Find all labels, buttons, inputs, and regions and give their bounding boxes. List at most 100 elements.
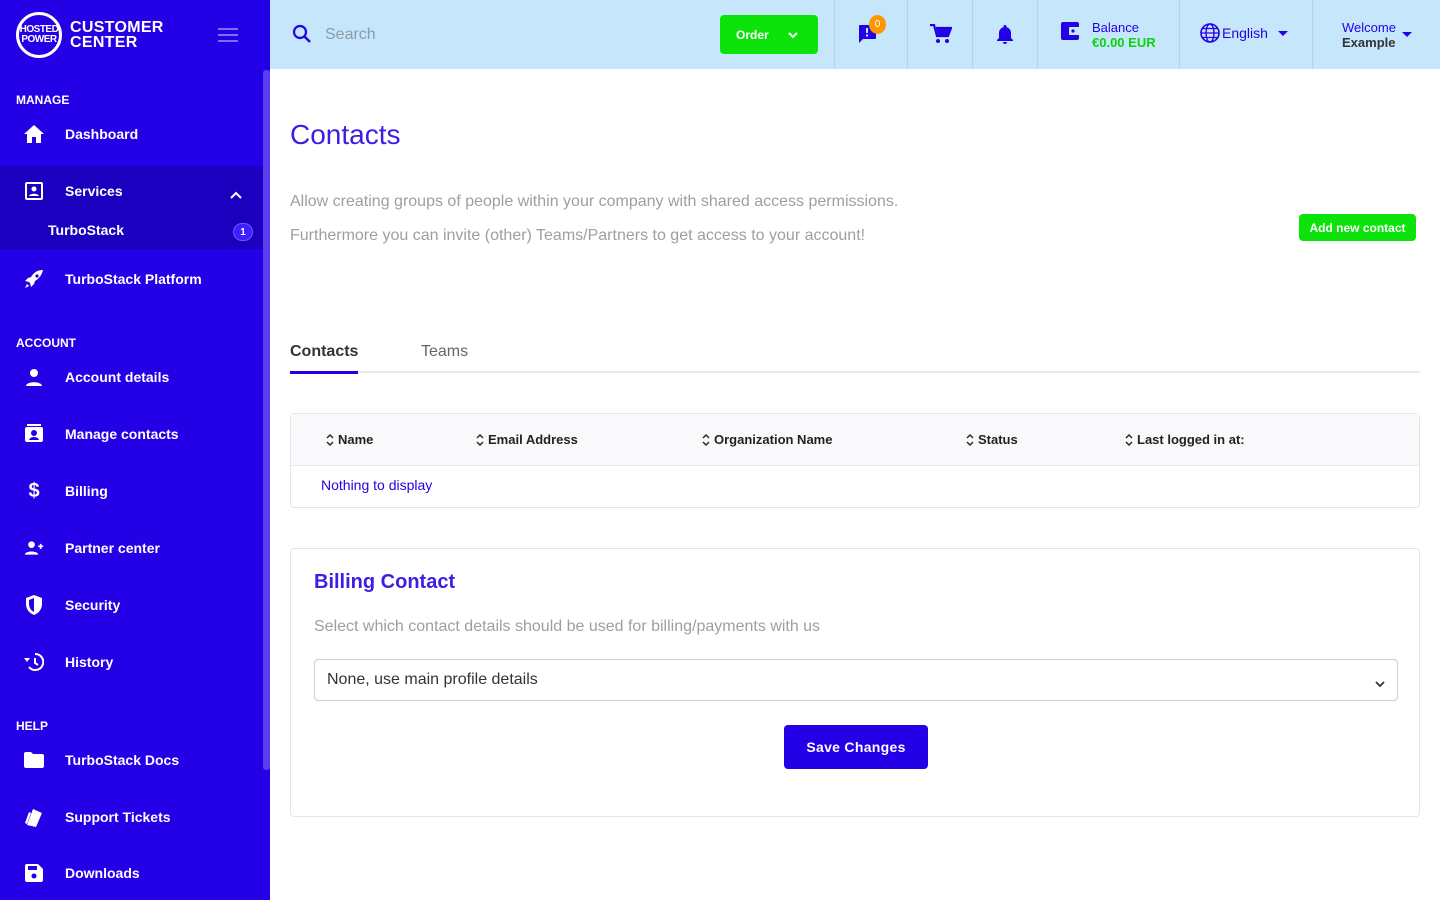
bell-icon[interactable] — [996, 24, 1014, 50]
topbar-divider — [907, 0, 908, 69]
folder-icon — [24, 750, 44, 770]
sort-icon — [1125, 433, 1133, 446]
sidebar-item-history[interactable]: History — [0, 637, 263, 687]
billing-contact-card: Billing Contact Select which contact det… — [290, 548, 1420, 817]
brand-title-line1: CUSTOMER — [70, 19, 164, 36]
tickets-icon — [24, 807, 44, 827]
contacts-table: Name Email Address Organization Name Sta… — [290, 413, 1420, 508]
sidebar-item-label: Billing — [65, 483, 108, 499]
section-help: HELP — [16, 719, 49, 733]
order-button-label: Order — [736, 27, 769, 42]
billing-contact-select[interactable]: None, use main profile details — [314, 659, 1398, 701]
person-icon — [24, 367, 44, 387]
column-label: Email Address — [488, 432, 578, 447]
column-header-last-login[interactable]: Last logged in at: — [1125, 432, 1245, 447]
partner-icon — [24, 538, 44, 558]
sidebar-item-label: Partner center — [65, 540, 160, 556]
sidebar: HOSTED POWER CUSTOMER CENTER MANAGE Dash… — [0, 0, 270, 900]
chevron-down-icon — [788, 28, 798, 42]
sidebar-item-account-details[interactable]: Account details — [0, 352, 263, 402]
tab-teams[interactable]: Teams — [421, 343, 468, 371]
dollar-icon: $ — [28, 479, 40, 502]
page-description: Furthermore you can invite (other) Teams… — [290, 227, 866, 244]
sort-icon — [966, 433, 974, 446]
shield-icon — [24, 595, 44, 615]
sidebar-item-billing[interactable]: $ Billing — [0, 466, 263, 516]
sidebar-scrollbar[interactable] — [263, 70, 270, 770]
chevron-up-icon[interactable] — [230, 186, 242, 202]
sidebar-item-label: Dashboard — [65, 126, 139, 142]
language-label: English — [1222, 25, 1268, 41]
brand[interactable]: HOSTED POWER CUSTOMER CENTER — [0, 0, 270, 70]
sidebar-item-label: TurboStack Platform — [65, 271, 202, 287]
topbar-divider — [1312, 0, 1313, 69]
services-icon — [24, 181, 44, 201]
wallet-icon[interactable] — [1060, 20, 1082, 47]
sidebar-item-label: Downloads — [65, 865, 140, 881]
save-changes-button[interactable]: Save Changes — [784, 725, 928, 769]
language-selector[interactable]: English — [1200, 23, 1288, 43]
sidebar-item-partner-center[interactable]: Partner center — [0, 523, 263, 573]
sidebar-item-dashboard[interactable]: Dashboard — [0, 109, 263, 159]
billing-title: Billing Contact — [314, 571, 456, 593]
count-badge: 1 — [233, 223, 253, 241]
logo: HOSTED POWER — [16, 12, 62, 58]
order-button[interactable]: Order — [720, 15, 818, 54]
globe-icon — [1200, 23, 1220, 43]
cart-icon[interactable] — [930, 23, 953, 49]
topbar-divider — [1179, 0, 1180, 69]
history-icon — [24, 652, 44, 672]
contacts-icon — [24, 424, 44, 444]
sidebar-item-label: Services — [65, 183, 123, 199]
sidebar-item-label: TurboStack Docs — [65, 752, 180, 768]
rocket-icon — [24, 269, 44, 289]
sidebar-item-downloads[interactable]: Downloads — [0, 848, 263, 898]
tab-contacts[interactable]: Contacts — [290, 343, 359, 374]
balance-value: €0.00 EUR — [1092, 35, 1156, 50]
sidebar-subitem-turbostack[interactable]: TurboStack 1 — [0, 211, 263, 249]
column-label: Last logged in at: — [1137, 432, 1245, 447]
brand-title: CUSTOMER CENTER — [70, 19, 164, 51]
topbar: Order 0 Balance €0.00 EUR English Welcom… — [270, 0, 1440, 69]
column-label: Organization Name — [714, 432, 833, 447]
page-description: Allow creating groups of people within y… — [290, 193, 899, 210]
caret-down-icon[interactable] — [1402, 32, 1412, 37]
select-value: None, use main profile details — [327, 671, 538, 688]
search-input[interactable] — [325, 20, 685, 50]
user-menu[interactable]: Welcome Example — [1342, 20, 1396, 50]
table-header: Name Email Address Organization Name Sta… — [291, 414, 1419, 466]
page-title: Contacts — [290, 119, 401, 150]
column-label: Status — [978, 432, 1018, 447]
sidebar-item-manage-contacts[interactable]: Manage contacts — [0, 409, 263, 459]
column-header-name[interactable]: Name — [326, 432, 373, 447]
balance-label: Balance — [1092, 20, 1139, 35]
welcome-text: Welcome — [1342, 20, 1396, 35]
topbar-divider — [834, 0, 835, 69]
sidebar-item-security[interactable]: Security — [0, 580, 263, 630]
sidebar-item-services[interactable]: Services — [0, 166, 263, 216]
column-header-organization[interactable]: Organization Name — [702, 432, 832, 447]
logo-text: HOSTED POWER — [19, 24, 59, 45]
section-manage: MANAGE — [16, 93, 70, 107]
search-icon[interactable] — [292, 24, 312, 49]
sort-icon — [702, 433, 710, 446]
section-account: ACCOUNT — [16, 336, 76, 350]
sidebar-item-support-tickets[interactable]: Support Tickets — [0, 792, 263, 842]
sidebar-item-turbostack-docs[interactable]: TurboStack Docs — [0, 735, 263, 785]
column-header-email[interactable]: Email Address — [476, 432, 578, 447]
user-name: Example — [1342, 35, 1396, 50]
chevron-down-icon — [1375, 675, 1385, 693]
save-icon — [24, 863, 44, 883]
home-icon — [24, 124, 44, 144]
sidebar-item-label: TurboStack — [48, 222, 124, 238]
table-empty-message: Nothing to display — [321, 477, 433, 493]
sidebar-item-turbostack-platform[interactable]: TurboStack Platform — [0, 254, 263, 304]
column-header-status[interactable]: Status — [966, 432, 1018, 447]
messages-badge: 0 — [869, 15, 886, 34]
sidebar-item-label: Security — [65, 597, 121, 613]
brand-title-line2: CENTER — [70, 34, 138, 51]
menu-toggle-icon[interactable] — [218, 28, 238, 42]
sidebar-item-label: Support Tickets — [65, 809, 171, 825]
topbar-divider — [972, 0, 973, 69]
add-new-contact-button[interactable]: Add new contact — [1299, 214, 1416, 241]
